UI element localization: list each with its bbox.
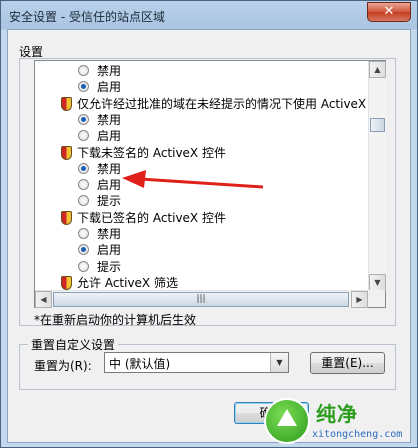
- setting-option-label: 启用: [97, 129, 122, 144]
- reset-to-label: 重置为(R):: [34, 359, 92, 373]
- chevron-left-icon: ◀: [40, 295, 47, 304]
- security-shield-icon: [61, 275, 72, 290]
- setting-option-label: 禁用: [97, 64, 122, 78]
- radio-button[interactable]: [78, 81, 89, 93]
- watermark-brand: 纯净: [316, 402, 358, 426]
- watermark-logo-icon: [264, 398, 310, 444]
- reset-button[interactable]: 重置(E)...: [310, 352, 385, 374]
- setting-option-label: 提示: [97, 259, 122, 274]
- scroll-thumb[interactable]: [370, 118, 385, 132]
- close-button[interactable]: ✕: [367, 2, 411, 22]
- annotation-arrow: [122, 170, 264, 189]
- horizontal-scrollbar[interactable]: ◀ ||| ▶: [35, 290, 368, 308]
- h-scroll-thumb[interactable]: |||: [53, 292, 349, 307]
- setting-header-label: 允许 ActiveX 筛选: [77, 275, 178, 290]
- radio-button[interactable]: [78, 130, 89, 142]
- chevron-down-icon[interactable]: ▼: [270, 353, 288, 372]
- scroll-down-button[interactable]: ▼: [369, 274, 386, 291]
- reset-level-select[interactable]: 中 (默认值) ▼: [104, 352, 289, 373]
- radio-button[interactable]: [78, 260, 89, 272]
- chevron-down-icon: ▼: [374, 278, 381, 287]
- window-title: 安全设置 - 受信任的站点区域: [9, 10, 165, 24]
- security-shield-icon: [61, 145, 72, 160]
- setting-option-label: 启用: [97, 80, 122, 95]
- radio-button[interactable]: [78, 65, 89, 76]
- restart-note: *在重新启动你的计算机后生效: [34, 313, 197, 327]
- scroll-right-button[interactable]: ▶: [351, 291, 368, 308]
- setting-option-label: 禁用: [97, 227, 122, 241]
- security-shield-icon: [61, 210, 72, 225]
- close-icon: ✕: [383, 4, 395, 19]
- chevron-right-icon: ▶: [356, 295, 363, 304]
- radio-button[interactable]: [78, 113, 89, 125]
- setting-header-label: 下载未签名的 ActiveX 控件: [77, 145, 226, 160]
- title-bar[interactable]: 安全设置 - 受信任的站点区域 ✕: [1, 1, 417, 30]
- radio-button[interactable]: [78, 162, 89, 174]
- radio-button[interactable]: [78, 228, 89, 239]
- scroll-up-button[interactable]: ▲: [369, 61, 386, 78]
- watermark: 纯净 xitongcheng.com: [262, 392, 412, 446]
- scroll-corner: [368, 290, 385, 307]
- setting-option-label: 禁用: [97, 112, 122, 127]
- watermark-url: xitongcheng.com: [312, 429, 403, 440]
- reset-group-label: 重置自定义设置: [28, 336, 119, 353]
- chevron-up-icon: ▲: [374, 65, 381, 74]
- vertical-scrollbar[interactable]: ▲ ▼: [368, 61, 386, 291]
- setting-header-label: 仅允许经过批准的域在未经提示的情况下使用 ActiveX: [77, 96, 367, 111]
- security-shield-icon: [61, 96, 72, 111]
- radio-button[interactable]: [78, 179, 89, 191]
- setting-option-label: 启用: [97, 243, 122, 258]
- reset-level-value: 中 (默认值): [109, 357, 171, 371]
- setting-header-label: 下载已签名的 ActiveX 控件: [77, 210, 226, 225]
- setting-option-label: 提示: [97, 194, 122, 209]
- radio-button[interactable]: [78, 244, 89, 256]
- radio-button[interactable]: [78, 195, 89, 207]
- scroll-left-button[interactable]: ◀: [35, 291, 52, 308]
